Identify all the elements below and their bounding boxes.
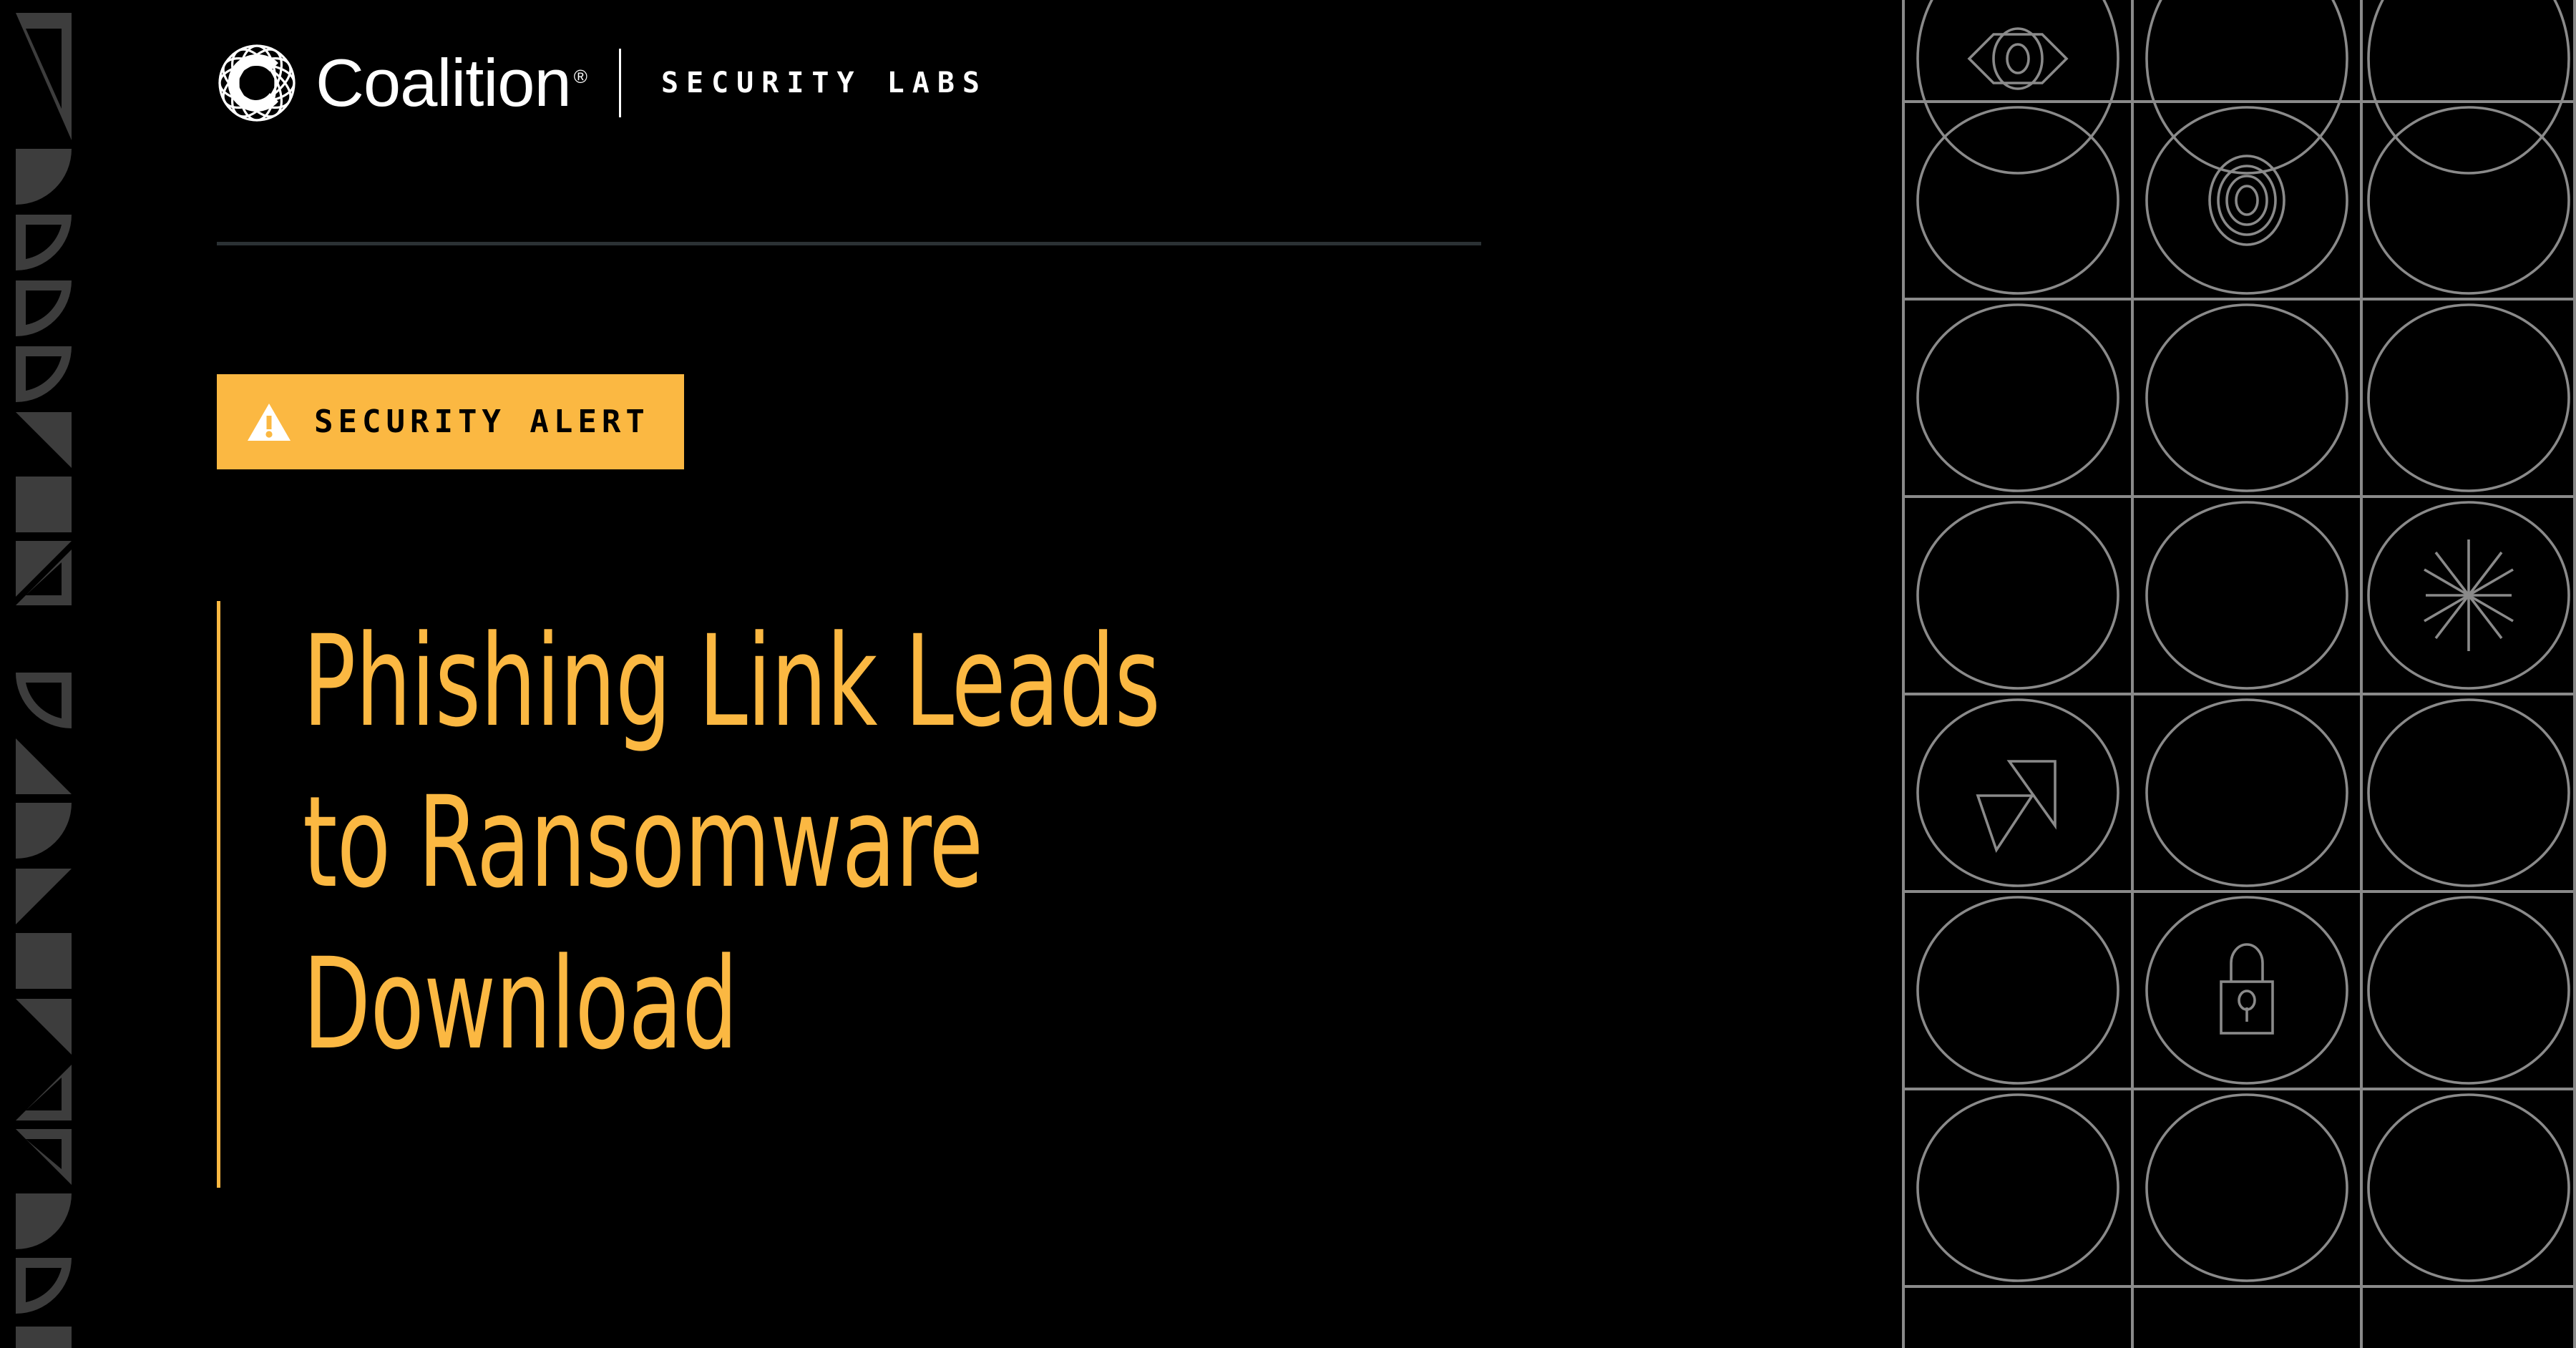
geometric-shape-strip [0, 0, 80, 1348]
concentric-rings-icon [2208, 155, 2285, 246]
triangles-send-icon [1976, 760, 2057, 854]
horizontal-rule [217, 242, 1481, 245]
warning-triangle-icon [247, 402, 291, 442]
brand-header: Coalition ® SECURITY LABS [217, 43, 987, 123]
coalition-globe-c-logo [217, 43, 297, 123]
headline-block: Phishing Link Leads to Ransomware Downlo… [217, 601, 1402, 1188]
circle-icon-grid [1902, 0, 2576, 1348]
vertical-accent-rule [217, 601, 220, 1188]
security-alert-banner: Coalition ® SECURITY LABS SECURITY ALERT … [0, 0, 2576, 1348]
vertical-pipe-divider [618, 49, 621, 117]
page-title: Phishing Link Leads to Ransomware Downlo… [303, 608, 1161, 1078]
starburst-icon [2424, 539, 2514, 651]
status-badge: SECURITY ALERT [217, 374, 684, 469]
brand-name-text: Coalition [316, 45, 572, 120]
sub-brand-label: SECURITY LABS [660, 67, 988, 99]
status-badge-label: SECURITY ALERT [314, 404, 650, 440]
registered-mark-icon: ® [573, 65, 587, 87]
brand-name: Coalition ® [316, 49, 587, 117]
padlock-icon [2220, 943, 2274, 1035]
